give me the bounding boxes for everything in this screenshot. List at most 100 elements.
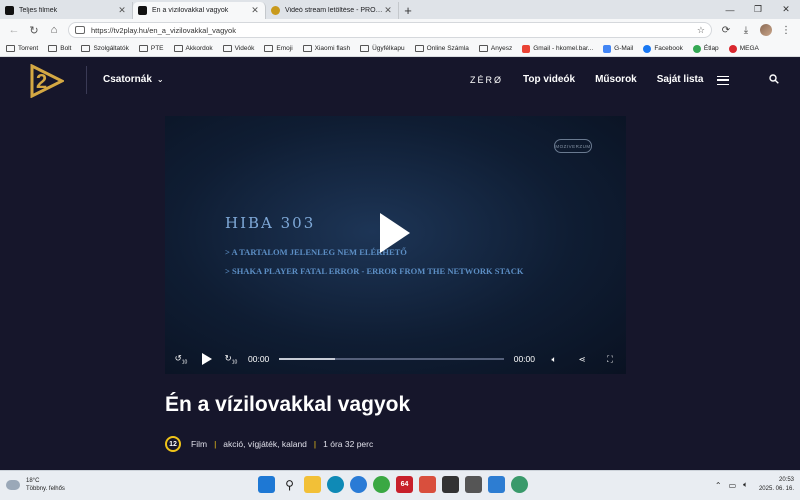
- bookmark-folder[interactable]: Torrent: [6, 45, 38, 52]
- calculator-icon[interactable]: [465, 476, 482, 493]
- current-time: 00:00: [248, 354, 270, 364]
- separator: |: [214, 439, 217, 449]
- search-icon[interactable]: [769, 74, 779, 84]
- edge-browser-icon[interactable]: [327, 476, 344, 493]
- close-icon[interactable]: ✕: [383, 5, 393, 16]
- weather-text: 18°C Többny. felhős: [26, 477, 65, 493]
- network-icon[interactable]: ▭: [729, 481, 737, 490]
- tab-teljes-filmek[interactable]: Teljes filmek ✕: [0, 2, 133, 19]
- hamburger-menu-icon[interactable]: [717, 76, 729, 85]
- bookmark-folder[interactable]: Akkordok: [173, 45, 213, 52]
- play-icon[interactable]: [380, 213, 410, 253]
- mail-icon: [603, 44, 612, 53]
- bookmark-g-mail[interactable]: G-Mail: [603, 44, 633, 53]
- new-tab-button[interactable]: +: [399, 3, 417, 19]
- lock-icon: [75, 26, 85, 34]
- folder-icon: [360, 45, 370, 52]
- close-icon[interactable]: ✕: [117, 5, 127, 16]
- taskbar-apps: ⚲ 64: [258, 476, 534, 493]
- bookmark-gmail[interactable]: Gmail - hkomel.bar...: [522, 44, 594, 53]
- player-controls: ↺10 ↻10 00:00 00:00 🔈︎ ⋖ ⛶: [165, 344, 626, 374]
- media-player-icon[interactable]: [419, 476, 436, 493]
- back-arrow-icon[interactable]: ←: [4, 24, 24, 36]
- video-editor-icon[interactable]: [442, 476, 459, 493]
- restore-icon[interactable]: ❐: [744, 4, 772, 15]
- moziverzum-watermark: MOZIVERZUM: [554, 139, 592, 153]
- channels-dropdown[interactable]: Csatornák ⌄: [103, 74, 164, 85]
- star-icon[interactable]: ☆: [697, 25, 705, 36]
- home-icon[interactable]: ⌂: [44, 24, 64, 36]
- globe-icon[interactable]: [511, 476, 528, 493]
- bookmark-folder[interactable]: Bolt: [48, 45, 71, 52]
- chevron-down-icon: ⌄: [156, 75, 164, 84]
- fullscreen-icon[interactable]: ⛶: [601, 354, 619, 365]
- folder-icon: [478, 45, 488, 52]
- movie-title: Én a vízilovakkal vagyok: [165, 393, 411, 416]
- bookmark-etlap[interactable]: Étlap: [692, 44, 719, 53]
- facebook-icon: [643, 44, 652, 53]
- file-explorer-icon[interactable]: [304, 476, 321, 493]
- site-favicon-icon: [138, 6, 147, 15]
- url-input[interactable]: https://tv2play.hu/en_a_vizilovakkal_vag…: [68, 22, 712, 38]
- age-rating-badge: 12: [165, 436, 181, 452]
- play-small-icon[interactable]: [202, 353, 212, 365]
- progress-fill: [279, 358, 336, 360]
- chevron-up-icon[interactable]: ⌃: [715, 481, 722, 490]
- progress-bar[interactable]: [279, 358, 504, 360]
- close-window-icon[interactable]: ✕: [772, 4, 800, 15]
- download-icon[interactable]: ⤓: [736, 25, 756, 36]
- windows-taskbar: 18°C Többny. felhős ⚲ 64 ⌃ ▭ 🔈︎ 20:53 20…: [0, 470, 800, 500]
- bookmark-folder[interactable]: Ügyfélkapu: [360, 45, 405, 52]
- bookmark-folder[interactable]: Xiaomi flash: [302, 45, 350, 52]
- bookmark-folder[interactable]: Online Számla: [414, 45, 469, 52]
- bookmark-folder[interactable]: PTE: [138, 45, 164, 52]
- reload-icon[interactable]: ↻: [24, 24, 44, 37]
- nav-top-videos[interactable]: Top videók: [523, 74, 575, 85]
- bookmark-label: Gmail - hkomel.bar...: [533, 45, 594, 52]
- bookmark-folder[interactable]: Szolgáltatók: [81, 45, 129, 52]
- bookmark-facebook[interactable]: Facebook: [643, 44, 683, 53]
- bookmark-label: Anyesz: [490, 45, 513, 52]
- bookmark-folder[interactable]: Anyesz: [478, 45, 513, 52]
- video-player[interactable]: MOZIVERZUM HIBA 303 > A TARTALOM JELENLE…: [165, 116, 626, 374]
- minimize-icon[interactable]: —: [716, 5, 744, 15]
- start-windows-icon[interactable]: [258, 476, 275, 493]
- runtime: 1 óra 32 perc: [323, 439, 374, 449]
- volume-icon[interactable]: 🔈︎: [545, 354, 563, 365]
- bookmark-label: Videók: [234, 45, 255, 52]
- search-icon[interactable]: ⚲: [281, 476, 298, 493]
- weather-widget[interactable]: 18°C Többny. felhős: [6, 477, 65, 493]
- qbittorrent-icon[interactable]: [350, 476, 367, 493]
- folder-icon: [138, 45, 148, 52]
- tab-current-movie[interactable]: Én a vízilovakkal vagyok ✕: [133, 2, 266, 19]
- address-bar-row: ← ↻ ⌂ https://tv2play.hu/en_a_vizilovakk…: [0, 19, 800, 41]
- clock[interactable]: 20:53 2025. 06. 16.: [759, 476, 794, 494]
- bookmark-label: Bolt: [60, 45, 72, 52]
- skip-back-seconds: 10: [181, 359, 188, 366]
- bookmark-folder[interactable]: Emoji: [264, 45, 293, 52]
- menu-dots-icon[interactable]: ⋮: [776, 25, 796, 36]
- notes-icon[interactable]: [488, 476, 505, 493]
- tv2-logo-icon[interactable]: 2: [30, 64, 64, 98]
- close-icon[interactable]: ✕: [250, 5, 260, 16]
- weather-condition: Többny. felhős: [26, 486, 65, 492]
- utorrent-icon[interactable]: [373, 476, 390, 493]
- bookmark-label: Étlap: [703, 45, 719, 52]
- speaker-icon[interactable]: 🔈︎: [743, 480, 748, 490]
- error-title: HIBA 303: [225, 214, 316, 232]
- nav-zero[interactable]: ZÉRØ: [470, 75, 503, 85]
- skip-back-icon[interactable]: ↺10: [172, 353, 190, 366]
- nav-shows[interactable]: Műsorok: [595, 74, 637, 85]
- nav-my-list[interactable]: Saját lista: [657, 74, 704, 85]
- tab-prohardver[interactable]: Videó stream letöltése - PROHARDVER! ✕: [266, 2, 399, 19]
- profile-avatar[interactable]: [760, 24, 772, 36]
- skip-forward-icon[interactable]: ↻10: [222, 353, 240, 366]
- site-header: 2 Csatornák ⌄ ZÉRØ Top videók Műsorok Sa…: [0, 58, 800, 102]
- bookmark-folder[interactable]: Videók: [222, 45, 255, 52]
- extensions-icon[interactable]: ⟳: [716, 25, 736, 36]
- tv2play-page: 2 Csatornák ⌄ ZÉRØ Top videók Műsorok Sa…: [0, 58, 800, 470]
- share-icon[interactable]: ⋖: [573, 354, 591, 365]
- bookmark-label: Akkordok: [185, 45, 213, 52]
- bookmark-mega[interactable]: MEGA: [728, 44, 759, 53]
- app-badge-icon[interactable]: 64: [396, 476, 413, 493]
